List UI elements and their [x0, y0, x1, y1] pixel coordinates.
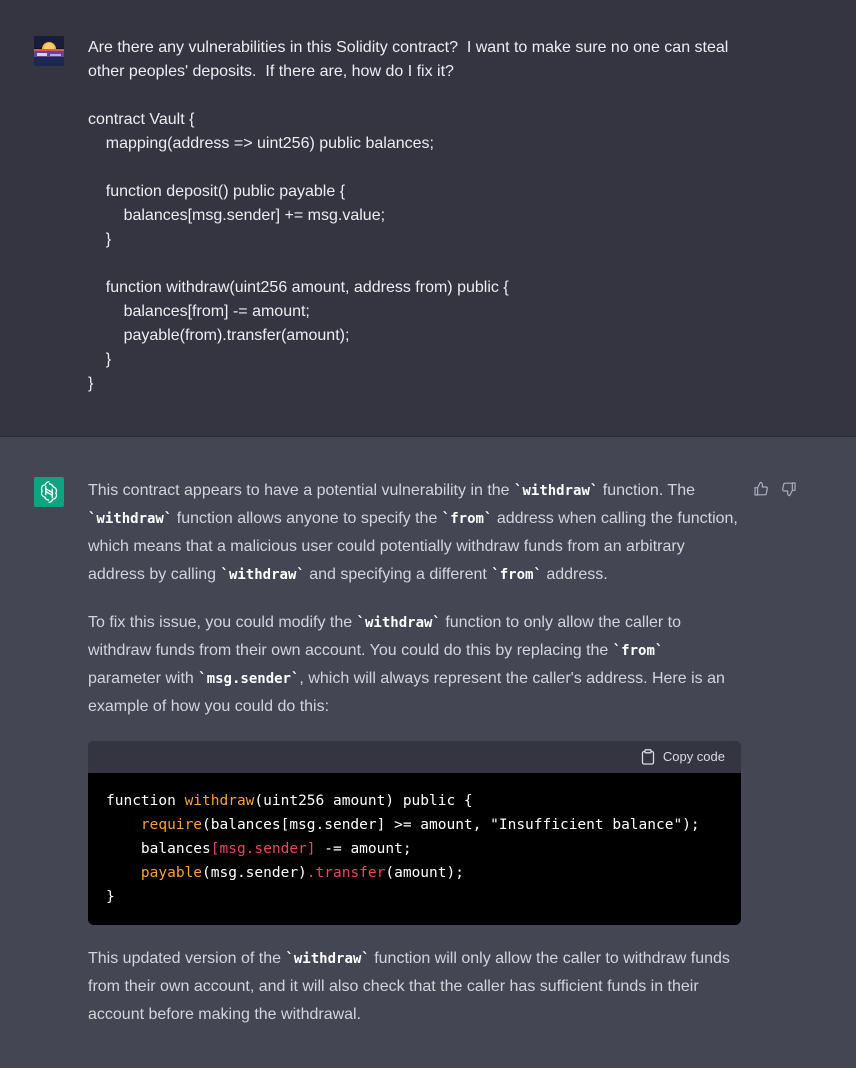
user-text-line: } [88, 351, 112, 368]
user-text-line: function deposit() public payable { [88, 183, 346, 200]
user-text-line: } [88, 231, 112, 248]
code-token: .transfer [306, 865, 386, 881]
inline-code: `msg.sender` [198, 671, 300, 687]
inline-code: `withdraw` [285, 951, 370, 967]
paragraph-text: function. The [598, 482, 695, 499]
code-block-header: Copy code [88, 741, 741, 773]
inline-code: `from` [441, 511, 493, 527]
code-token: ); [682, 817, 700, 833]
code-line: } [106, 885, 723, 909]
inline-code: `withdraw` [356, 615, 441, 631]
user-text-line [88, 84, 768, 108]
inline-code: `withdraw` [88, 511, 173, 527]
code-token: payable [140, 865, 203, 881]
user-avatar [34, 36, 64, 66]
openai-logo-icon [40, 481, 58, 503]
user-text-line [88, 252, 768, 276]
paragraph-text: and specifying a different [304, 566, 492, 583]
code-token: balances [106, 841, 211, 857]
inline-code: `withdraw` [220, 567, 305, 583]
code-token: function [106, 793, 185, 809]
code-line: balances[msg.sender] -= amount; [106, 837, 723, 861]
user-text-line: balances[msg.sender] += msg.value; [88, 207, 386, 224]
paragraph-text: This contract appears to have a potentia… [88, 482, 515, 499]
clipboard-icon [641, 749, 654, 765]
user-text-line: balances[from] -= amount; [88, 303, 310, 320]
paragraph-text: To fix this issue, you could modify the [88, 614, 357, 631]
code-token: -= amount; [315, 841, 412, 857]
code-token: } [106, 889, 115, 905]
user-text-line: Are there any vulnerabilities in this So… [88, 39, 729, 56]
code-token: [msg.sender] [210, 841, 316, 857]
user-text-line: function withdraw(uint256 amount, addres… [88, 279, 509, 296]
code-token: withdraw [184, 793, 255, 809]
assistant-message-text: This contract appears to have a potentia… [88, 477, 741, 1049]
code-token: "Insufficient balance" [490, 817, 683, 833]
code-token: (uint256 amount) public { [254, 793, 473, 809]
code-token: (amount); [385, 865, 464, 881]
feedback-buttons [752, 480, 798, 498]
code-line: function withdraw(uint256 amount) public… [106, 789, 723, 813]
user-message: Are there any vulnerabilities in this So… [0, 0, 856, 437]
inline-code: `withdraw` [514, 483, 599, 499]
code-token: require [140, 817, 203, 833]
code-token: (msg.sender) [202, 865, 307, 881]
user-avatar-sunset-icon [34, 36, 64, 66]
copy-code-label: Copy code [662, 749, 725, 764]
response-paragraph-2: To fix this issue, you could modify the … [88, 609, 738, 721]
assistant-avatar [34, 477, 64, 507]
paragraph-text: This updated version of the [88, 950, 286, 967]
response-paragraph-1: This contract appears to have a potentia… [88, 477, 738, 589]
inline-code: `from` [612, 643, 664, 659]
code-line: payable(msg.sender).transfer(amount); [106, 861, 723, 885]
thumbs-up-button[interactable] [752, 480, 770, 498]
user-text-line: other peoples' deposits. If there are, h… [88, 63, 454, 80]
user-message-text: Are there any vulnerabilities in this So… [88, 36, 768, 396]
copy-code-button[interactable]: Copy code [641, 743, 725, 771]
code-line: require(balances[msg.sender] >= amount, … [106, 813, 723, 837]
response-paragraph-3: This updated version of the `withdraw` f… [88, 945, 738, 1029]
assistant-message: This contract appears to have a potentia… [0, 437, 856, 1068]
paragraph-text: parameter with [88, 670, 199, 687]
user-text-line: contract Vault { [88, 111, 195, 128]
user-text-line [88, 156, 768, 180]
thumbs-up-icon [754, 481, 768, 496]
code-token: (balances[msg.sender] >= amount, [202, 817, 491, 833]
user-text-line: mapping(address => uint256) public balan… [88, 135, 434, 152]
thumbs-down-icon [782, 482, 796, 497]
user-text-line: payable(from).transfer(amount); [88, 327, 350, 344]
paragraph-text: address. [541, 566, 608, 583]
thumbs-down-button[interactable] [780, 480, 798, 498]
code-block: Copy code function withdraw(uint256 amou… [88, 741, 741, 925]
paragraph-text: function allows anyone to specify the [172, 510, 442, 527]
inline-code: `from` [491, 567, 542, 583]
user-text-line: } [88, 375, 94, 392]
code-block-body: function withdraw(uint256 amount) public… [88, 773, 741, 925]
